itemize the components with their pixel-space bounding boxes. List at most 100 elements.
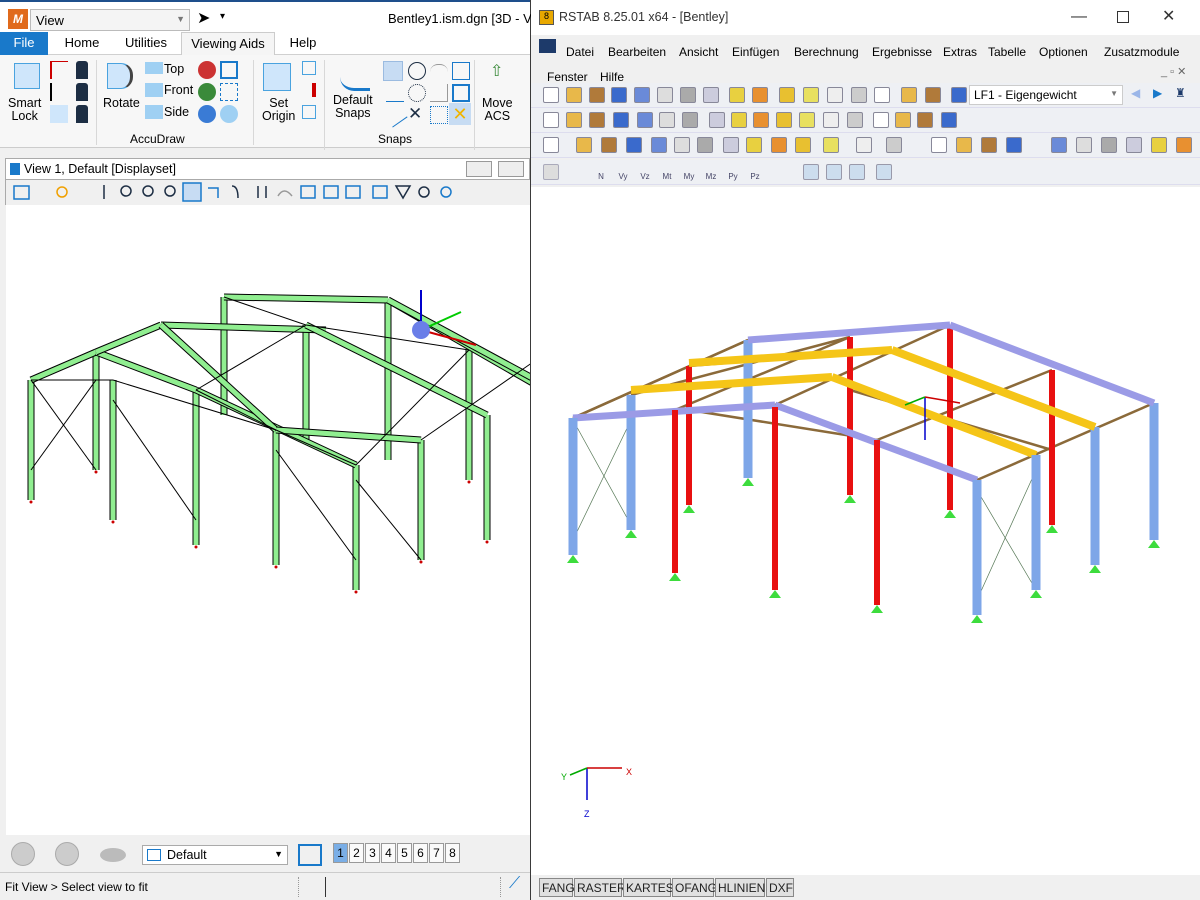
toolbar-icon[interactable] [876, 164, 892, 180]
toolbar-icon[interactable] [746, 137, 762, 153]
snap-perp-icon[interactable] [386, 84, 404, 102]
status-tab-ofang[interactable]: OFANG [672, 878, 717, 897]
menu-tabelle[interactable]: Tabelle [988, 45, 1026, 59]
toolbar-icon[interactable] [543, 137, 559, 153]
view-rotation-gizmo[interactable] [412, 321, 430, 339]
microstation-3d-view[interactable] [6, 205, 538, 835]
toolbar-icon[interactable] [1126, 137, 1142, 153]
menu-hilfe[interactable]: Hilfe [600, 70, 624, 84]
view-number-6[interactable]: 6 [413, 843, 428, 863]
toolbar-icon[interactable] [637, 112, 653, 128]
toolbar-icon[interactable] [589, 87, 605, 103]
view-style-combo[interactable]: Default ▼ [142, 845, 288, 865]
toolbar-icon[interactable] [799, 112, 815, 128]
toolbar-icon[interactable] [776, 112, 792, 128]
view-number-1[interactable]: 1 [333, 843, 348, 863]
snap-keypoint-icon[interactable] [383, 61, 403, 81]
toolbar-icon[interactable] [803, 164, 819, 180]
toolbar-icon[interactable] [703, 87, 719, 103]
toolbar-icon[interactable] [901, 87, 917, 103]
lock-z-icon[interactable] [76, 105, 88, 123]
tab-home[interactable]: Home [52, 32, 112, 55]
toolbar-icon[interactable] [1101, 137, 1117, 153]
menu-ergebnisse[interactable]: Ergebnisse [872, 45, 932, 59]
toolbar-icon[interactable] [874, 87, 890, 103]
tab-viewing-aids[interactable]: Viewing Aids [181, 32, 275, 56]
toolbar-icon[interactable] [566, 112, 582, 128]
toolbar-icon[interactable] [674, 137, 690, 153]
lock-index-icon[interactable] [50, 105, 68, 123]
toolbar-icon[interactable] [895, 112, 911, 128]
toolbar-icon[interactable] [951, 87, 967, 103]
toolbar-icon[interactable] [729, 87, 745, 103]
toolbar-icon[interactable] [931, 137, 947, 153]
toolbar-icon[interactable] [827, 87, 843, 103]
snap-intersection-icon[interactable]: ✕ [408, 105, 426, 124]
toolbar-icon[interactable] [851, 87, 867, 103]
toolbar-icon[interactable] [1006, 137, 1022, 153]
result-mt-button[interactable]: Mt [659, 164, 675, 181]
view-number-8[interactable]: 8 [445, 843, 460, 863]
smart-lock-button[interactable]: Smart Lock [8, 97, 41, 123]
toolbar-icon[interactable] [795, 137, 811, 153]
snap-nearest-icon[interactable] [382, 102, 408, 128]
menu-optionen[interactable]: Optionen [1039, 45, 1088, 59]
snap-settings-icon[interactable] [452, 62, 470, 80]
view-number-5[interactable]: 5 [397, 843, 412, 863]
minimize-view-button[interactable] [466, 161, 492, 177]
toolbar-icon[interactable] [1176, 137, 1192, 153]
status-tab-fang[interactable]: FANG [539, 878, 575, 897]
toolbar-icon[interactable] [981, 137, 997, 153]
default-snaps-button[interactable]: Default Snaps [333, 94, 373, 120]
status-tab-raster[interactable]: RASTER [574, 878, 626, 897]
status-tab-kartes[interactable]: KARTES [623, 878, 674, 897]
close-button[interactable]: ✕ [1162, 6, 1175, 26]
toolbar-icon[interactable] [680, 87, 696, 103]
toolbar-icon[interactable] [849, 164, 865, 180]
toolbar-icon[interactable] [613, 112, 629, 128]
next-load-case-icon[interactable]: ▶ [1153, 86, 1162, 100]
view-number-4[interactable]: 4 [381, 843, 396, 863]
result-vy-button[interactable]: Vy [615, 164, 631, 181]
menu-ansicht[interactable]: Ansicht [679, 45, 718, 59]
toolbar-icon[interactable] [886, 137, 902, 153]
view-number-3[interactable]: 3 [365, 843, 380, 863]
snap-origin-icon[interactable] [408, 84, 426, 102]
tab-help[interactable]: Help [278, 32, 328, 55]
toolbar-icon[interactable] [576, 137, 592, 153]
acs-bar-icon[interactable] [302, 83, 316, 97]
app-logo[interactable]: M [8, 9, 28, 29]
results-icon[interactable]: ♜ [1175, 86, 1186, 100]
pointer-icon[interactable]: ➤ [197, 8, 210, 28]
menu-fenster[interactable]: Fenster [547, 70, 588, 84]
toolbar-icon[interactable] [731, 112, 747, 128]
back-icon[interactable] [11, 842, 35, 866]
rotate-button[interactable]: Rotate [103, 97, 140, 110]
tab-file[interactable]: File [0, 32, 48, 55]
toolbar-icon[interactable] [925, 87, 941, 103]
front-button[interactable]: Front [164, 84, 193, 97]
toolbar-icon[interactable] [709, 112, 725, 128]
snap-center-icon[interactable] [408, 62, 426, 80]
maximize-button[interactable] [1117, 11, 1129, 23]
toolbar-icon[interactable] [752, 87, 768, 103]
toolbar-icon[interactable] [589, 112, 605, 128]
display-style-icon[interactable] [100, 848, 126, 862]
tab-utilities[interactable]: Utilities [112, 32, 180, 55]
toolbar-icon[interactable] [651, 137, 667, 153]
toolbar-icon[interactable] [543, 87, 559, 103]
toolbar-icon[interactable] [682, 112, 698, 128]
toolbar-icon[interactable] [566, 87, 582, 103]
toolbar-icon[interactable] [697, 137, 713, 153]
toolbar-icon[interactable] [1076, 137, 1092, 153]
toolbar-icon[interactable] [779, 87, 795, 103]
result-n-button[interactable]: N [593, 164, 609, 181]
side-button[interactable]: Side [164, 106, 189, 119]
toolbar-icon[interactable] [1051, 137, 1067, 153]
workflow-combo[interactable]: View ▼ [30, 9, 190, 31]
move-icon[interactable] [198, 83, 216, 101]
restore-view-button[interactable] [498, 161, 524, 177]
status-tab-dxf[interactable]: DXF [766, 878, 794, 897]
toolbar-icon[interactable] [659, 112, 675, 128]
result-my-button[interactable]: My [681, 164, 697, 181]
